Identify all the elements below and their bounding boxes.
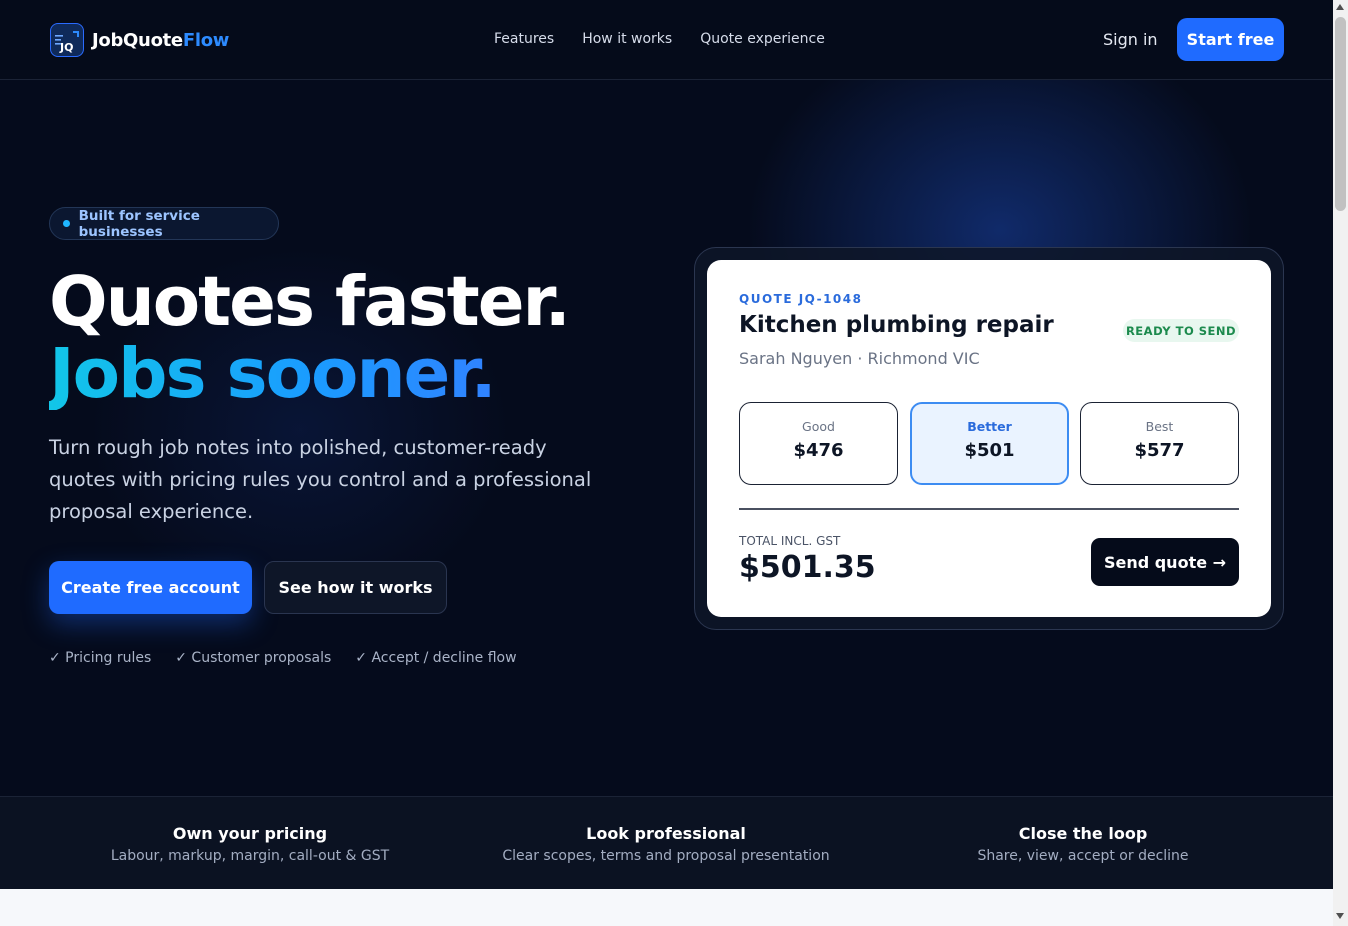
create-account-button[interactable]: Create free account	[49, 561, 252, 614]
send-quote-button[interactable]: Send quote →	[1091, 538, 1239, 586]
page: JQ JobQuoteFlow Features How it works Qu…	[0, 0, 1333, 926]
start-free-button[interactable]: Start free	[1177, 18, 1284, 61]
quote-title: Kitchen plumbing repair	[739, 312, 1054, 338]
feature-close-loop: Close the loop Share, view, accept or de…	[873, 824, 1293, 864]
hero-lead: Turn rough job notes into polished, cust…	[49, 436, 592, 523]
tier-name: Better	[967, 419, 1012, 434]
scroll-down-arrow-icon[interactable]	[1336, 913, 1344, 919]
audience-pill: Built for service businesses	[49, 207, 279, 240]
brand-name: JobQuoteFlow	[92, 30, 229, 51]
feature-own-pricing: Own your pricing Labour, markup, margin,…	[40, 824, 460, 864]
scrollbar-thumb[interactable]	[1335, 17, 1346, 211]
feature-title: Own your pricing	[172, 824, 328, 843]
nav-links: Features How it works Quote experience	[494, 31, 853, 47]
tier-price: $501	[964, 440, 1015, 461]
nav-link-quote-experience[interactable]: Quote experience	[700, 31, 825, 47]
feature-look-professional: Look professional Clear scopes, terms an…	[456, 824, 876, 864]
sign-in-link[interactable]: Sign in	[1103, 30, 1158, 49]
feature-title: Look professional	[586, 824, 746, 843]
tier-good[interactable]: Good $476	[739, 402, 898, 485]
feature-desc: Share, view, accept or decline	[977, 848, 1189, 864]
features-strip: Own your pricing Labour, markup, margin,…	[0, 796, 1333, 889]
brand-name-part1: JobQuote	[92, 29, 183, 51]
top-nav: JQ JobQuoteFlow Features How it works Qu…	[0, 0, 1333, 80]
total-label: TOTAL INCL. GST	[739, 534, 841, 548]
feature-desc: Clear scopes, terms and proposal present…	[502, 848, 830, 864]
pill-label: Built for service businesses	[78, 207, 200, 240]
feature-checklist: ✓ Pricing rules ✓ Customer proposals ✓ A…	[49, 650, 541, 666]
status-badge: READY TO SEND	[1123, 319, 1239, 342]
hero-section: Built for service businesses Quotes fast…	[0, 80, 1333, 796]
hero-headline: Quotes faster. Jobs sooner.	[49, 262, 571, 410]
logo-mark-icon: JQ	[50, 23, 84, 57]
quote-card: QUOTE JQ-1048 Kitchen plumbing repair Sa…	[707, 260, 1271, 617]
headline-line-2: Jobs sooner.	[49, 338, 569, 410]
logo-mark-text: JQ	[59, 41, 73, 54]
next-section	[0, 889, 1333, 926]
quote-customer: Sarah Nguyen · Richmond VIC	[739, 349, 980, 368]
page-scrollbar[interactable]	[1333, 0, 1348, 926]
tier-better[interactable]: Better $501	[910, 402, 1069, 485]
tier-name: Best	[1145, 419, 1174, 434]
headline-line-1: Quotes faster.	[49, 262, 571, 342]
quote-preview-frame: QUOTE JQ-1048 Kitchen plumbing repair Sa…	[694, 247, 1284, 630]
total-value: $501.35	[739, 550, 876, 585]
quote-id: QUOTE JQ-1048	[739, 292, 863, 306]
feature-desc: Labour, markup, margin, call-out & GST	[110, 848, 390, 864]
brand-name-part2: Flow	[182, 29, 230, 51]
nav-link-features[interactable]: Features	[494, 31, 554, 47]
see-how-it-works-button[interactable]: See how it works	[264, 561, 447, 614]
pill-dot-icon	[63, 220, 70, 227]
tier-price: $577	[1134, 440, 1185, 461]
check-pricing-rules: ✓ Pricing rules	[49, 650, 152, 666]
tier-price: $476	[793, 440, 844, 461]
feature-title: Close the loop	[1018, 824, 1148, 843]
tier-name: Good	[802, 419, 835, 434]
check-accept-decline: ✓ Accept / decline flow	[355, 650, 517, 666]
check-customer-proposals: ✓ Customer proposals	[175, 650, 332, 666]
quote-divider	[739, 508, 1239, 510]
scroll-up-arrow-icon[interactable]	[1336, 4, 1344, 10]
tier-best[interactable]: Best $577	[1080, 402, 1239, 485]
nav-link-how-it-works[interactable]: How it works	[582, 31, 672, 47]
brand-logo[interactable]: JQ JobQuoteFlow	[50, 23, 229, 57]
